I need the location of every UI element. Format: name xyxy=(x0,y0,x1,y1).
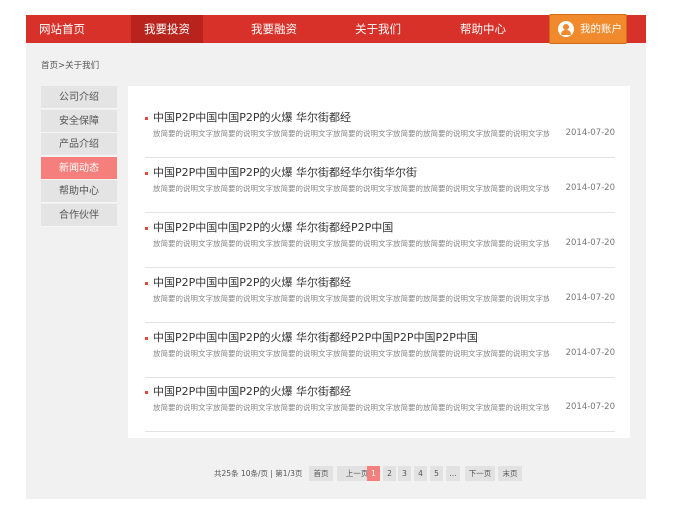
article-title[interactable]: 中国P2P中国中国P2P的火爆 华尔街都经 xyxy=(153,383,351,399)
article-date: 2014-07-20 xyxy=(565,402,615,412)
nav-invest[interactable]: 我要投资 xyxy=(131,15,203,43)
my-account-label: 我的账户 xyxy=(580,23,622,35)
bullet-icon xyxy=(145,282,148,285)
article-title[interactable]: 中国P2P中国中国P2P的火爆 华尔街都经华尔街华尔街 xyxy=(153,164,417,180)
sidebar-item-company-intro[interactable]: 公司介绍 xyxy=(41,86,117,109)
sidebar-item-news[interactable]: 新闻动态 xyxy=(41,156,117,180)
article-summary: 放简要的说明文字放简要的说明文字放简要的说明文字放简要的说明文字放简要的放简要的… xyxy=(153,403,549,412)
nav-help[interactable]: 帮助中心 xyxy=(447,15,519,43)
nav-about[interactable]: 关于我们 xyxy=(342,15,414,43)
article-title[interactable]: 中国P2P中国中国P2P的火爆 华尔街都经P2P中国 xyxy=(153,219,393,235)
article-title[interactable]: 中国P2P中国中国P2P的火爆 华尔街都经 xyxy=(153,109,351,125)
news-list-panel: 中国P2P中国中国P2P的火爆 华尔街都经 放简要的说明文字放简要的说明文字放简… xyxy=(128,86,630,438)
next-page-button[interactable]: 下一页 xyxy=(465,466,495,481)
sidebar-item-partners[interactable]: 合作伙伴 xyxy=(41,203,117,227)
my-account-button[interactable]: 我的账户 xyxy=(549,14,627,44)
article-title[interactable]: 中国P2P中国中国P2P的火爆 华尔街都经 xyxy=(153,274,351,290)
article-summary: 放简要的说明文字放简要的说明文字放简要的说明文字放简要的说明文字放简要的放简要的… xyxy=(153,184,549,193)
article-summary: 放简要的说明文字放简要的说明文字放简要的说明文字放简要的说明文字放简要的放简要的… xyxy=(153,239,549,248)
list-item: 中国P2P中国中国P2P的火爆 华尔街都经P2P中国 放简要的说明文字放简要的说… xyxy=(145,213,615,268)
bullet-icon xyxy=(145,227,148,230)
list-item: 中国P2P中国中国P2P的火爆 华尔街都经 放简要的说明文字放简要的说明文字放简… xyxy=(145,103,615,158)
article-date: 2014-07-20 xyxy=(565,293,615,303)
bullet-icon xyxy=(145,391,148,394)
sidebar-item-products[interactable]: 产品介绍 xyxy=(41,133,117,156)
pagination-summary: 共25条 10条/页 | 第1/3页 xyxy=(214,469,303,478)
list-item: 中国P2P中国中国P2P的火爆 华尔街都经 放简要的说明文字放简要的说明文字放简… xyxy=(145,377,615,432)
nav-home[interactable]: 网站首页 xyxy=(26,15,98,43)
bullet-icon xyxy=(145,117,148,120)
first-page-button[interactable]: 首页 xyxy=(309,466,333,481)
page-button-1[interactable]: 1 xyxy=(367,466,380,481)
last-page-button[interactable]: 末页 xyxy=(498,466,522,481)
article-date: 2014-07-20 xyxy=(565,238,615,248)
breadcrumb: 首页>关于我们 xyxy=(41,61,100,71)
sidebar: 公司介绍 安全保障 产品介绍 新闻动态 帮助中心 合作伙伴 xyxy=(41,86,117,227)
article-summary: 放简要的说明文字放简要的说明文字放简要的说明文字放简要的说明文字放简要的放简要的… xyxy=(153,294,549,303)
sidebar-item-security[interactable]: 安全保障 xyxy=(41,109,117,133)
list-item: 中国P2P中国中国P2P的火爆 华尔街都经P2P中国P2P中国P2P中国 放简要… xyxy=(145,323,615,378)
list-item: 中国P2P中国中国P2P的火爆 华尔街都经华尔街华尔街 放简要的说明文字放简要的… xyxy=(145,158,615,213)
sidebar-item-help[interactable]: 帮助中心 xyxy=(41,180,117,203)
article-date: 2014-07-20 xyxy=(565,183,615,193)
article-title[interactable]: 中国P2P中国中国P2P的火爆 华尔街都经P2P中国P2P中国P2P中国 xyxy=(153,329,478,345)
list-item: 中国P2P中国中国P2P的火爆 华尔街都经 放简要的说明文字放简要的说明文字放简… xyxy=(145,268,615,323)
article-summary: 放简要的说明文字放简要的说明文字放简要的说明文字放简要的说明文字放简要的放简要的… xyxy=(153,129,549,138)
bullet-icon xyxy=(145,172,148,175)
article-summary: 放简要的说明文字放简要的说明文字放简要的说明文字放简要的说明文字放简要的放简要的… xyxy=(153,349,549,358)
article-date: 2014-07-20 xyxy=(565,348,615,358)
page-button-2[interactable]: 2 xyxy=(383,466,396,481)
page-button-4[interactable]: 4 xyxy=(414,466,427,481)
page-button-3[interactable]: 3 xyxy=(398,466,411,481)
bullet-icon xyxy=(145,337,148,340)
page-ellipsis: ... xyxy=(446,466,460,481)
nav-financing[interactable]: 我要融资 xyxy=(238,15,310,43)
article-date: 2014-07-20 xyxy=(565,128,615,138)
page-button-5[interactable]: 5 xyxy=(430,466,443,481)
user-icon xyxy=(558,21,574,37)
